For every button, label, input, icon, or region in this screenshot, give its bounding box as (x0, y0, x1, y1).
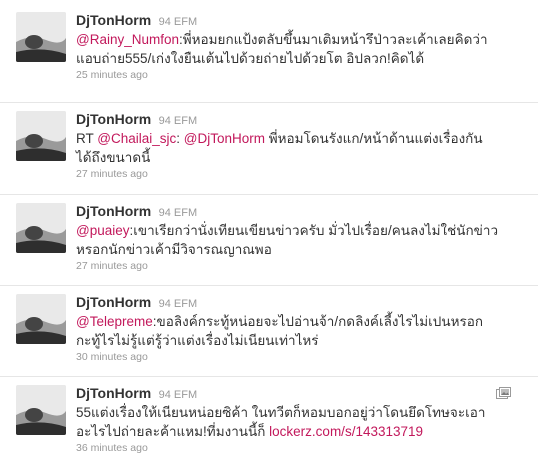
timestamp[interactable]: 36 minutes ago (76, 441, 524, 455)
full-name: 94 EFM (158, 115, 198, 127)
screen-name[interactable]: DjTonHorm (76, 385, 151, 401)
tweet: DjTonHorm 94 EFM @Telepreme:ขอลิงค์กระทู… (0, 286, 538, 377)
full-name: 94 EFM (158, 16, 198, 28)
tweet-text-segment: :พี่หอมยกแป้งตลับขึ้นมาเติมหน้ารึป่าวละเ… (179, 32, 488, 47)
tweet-text-segment: : (176, 131, 184, 146)
avatar[interactable] (16, 12, 66, 62)
full-name: 94 EFM (158, 207, 198, 219)
full-name: 94 EFM (158, 298, 198, 310)
media-preview-icon[interactable] (496, 387, 512, 401)
tweet-text-segment: กะทู้ไรไม่รู้แต่รู้ว่าแต่งเรื่องไม่เนียน… (76, 333, 319, 348)
tweet-text-segment: พี่หอมโดนรังแก/หน้าด้านแต่งเรื่องกัน (264, 131, 483, 146)
avatar-photo (16, 294, 66, 344)
full-name: 94 EFM (158, 389, 198, 401)
tweet-text-segment: หรอกนักข่าวเค้ามีวิจารณญาณพอ (76, 242, 272, 257)
tweet: DjTonHorm 94 EFM RT @Chailai_sjc: @DjTon… (0, 103, 538, 195)
screen-name[interactable]: DjTonHorm (76, 294, 151, 310)
tweet-text-segment: 55แต่งเรื่องให้เนียนหน่อยซิค้า ในทวีตก็ห… (76, 405, 486, 420)
avatar-photo (16, 111, 66, 161)
timestamp[interactable]: 27 minutes ago (76, 167, 524, 181)
timestamp[interactable]: 25 minutes ago (76, 68, 524, 82)
tweet-text: 55แต่งเรื่องให้เนียนหน่อยซิค้า ในทวีตก็ห… (76, 403, 524, 441)
mention-link[interactable]: @DjTonHorm (184, 131, 265, 146)
tweet-text: @Telepreme:ขอลิงค์กระทู้หน่อยจะไปอ่านจ้า… (76, 312, 524, 350)
tweet-text-segment: :ขอลิงค์กระทู้หน่อยจะไปอ่านจ้า/กดลิงค์เล… (152, 314, 484, 329)
screen-name[interactable]: DjTonHorm (76, 12, 151, 28)
mention-link[interactable]: @Rainy_Numfon (76, 32, 179, 47)
avatar[interactable] (16, 294, 66, 344)
tweet-text: @puaiey:เขาเรียกว่านั่งเทียนเขียนข่าวครั… (76, 221, 524, 259)
screen-name[interactable]: DjTonHorm (76, 111, 151, 127)
timeline: DjTonHorm 94 EFM @Rainy_Numfon:พี่หอมยกแ… (0, 0, 538, 463)
screen-name[interactable]: DjTonHorm (76, 203, 151, 219)
tweet-text-segment: แอบถ่าย555/เก่งใงยืนเต้นไปด้วยถ่ายไปด้วย… (76, 51, 425, 66)
tweet-text-segment: อะไรไปถ่ายละค้าแหม!ที่มงานนี้ก็ (76, 424, 270, 439)
media-link[interactable]: lockerz.com/s/143313719 (269, 424, 423, 439)
tweet: DjTonHorm 94 EFM @Rainy_Numfon:พี่หอมยกแ… (0, 12, 538, 103)
avatar[interactable] (16, 111, 66, 161)
timestamp[interactable]: 27 minutes ago (76, 259, 524, 273)
avatar[interactable] (16, 385, 66, 435)
mention-link[interactable]: @Telepreme (76, 314, 153, 329)
timestamp[interactable]: 30 minutes ago (76, 350, 524, 364)
mention-link[interactable]: @Chailai_sjc (97, 131, 176, 146)
tweet-text: RT @Chailai_sjc: @DjTonHorm พี่หอมโดนรัง… (76, 129, 524, 167)
tweet-text-segment: RT (76, 131, 98, 146)
tweet: DjTonHorm 94 EFM 55แต่งเรื่องให้เนียนหน่… (0, 377, 538, 463)
mention-link[interactable]: @puaiey (76, 223, 130, 238)
avatar-photo (16, 12, 66, 62)
tweet-text-segment: :เขาเรียกว่านั่งเทียนเขียนข่าวครับ มั่วไ… (129, 223, 499, 238)
avatar-photo (16, 203, 66, 253)
tweet-text-segment: ได้ถึงขนาดนี้ (76, 150, 151, 165)
avatar[interactable] (16, 203, 66, 253)
avatar-photo (16, 385, 66, 435)
tweet: DjTonHorm 94 EFM @puaiey:เขาเรียกว่านั่ง… (0, 195, 538, 286)
tweet-text: @Rainy_Numfon:พี่หอมยกแป้งตลับขึ้นมาเติม… (76, 30, 524, 68)
